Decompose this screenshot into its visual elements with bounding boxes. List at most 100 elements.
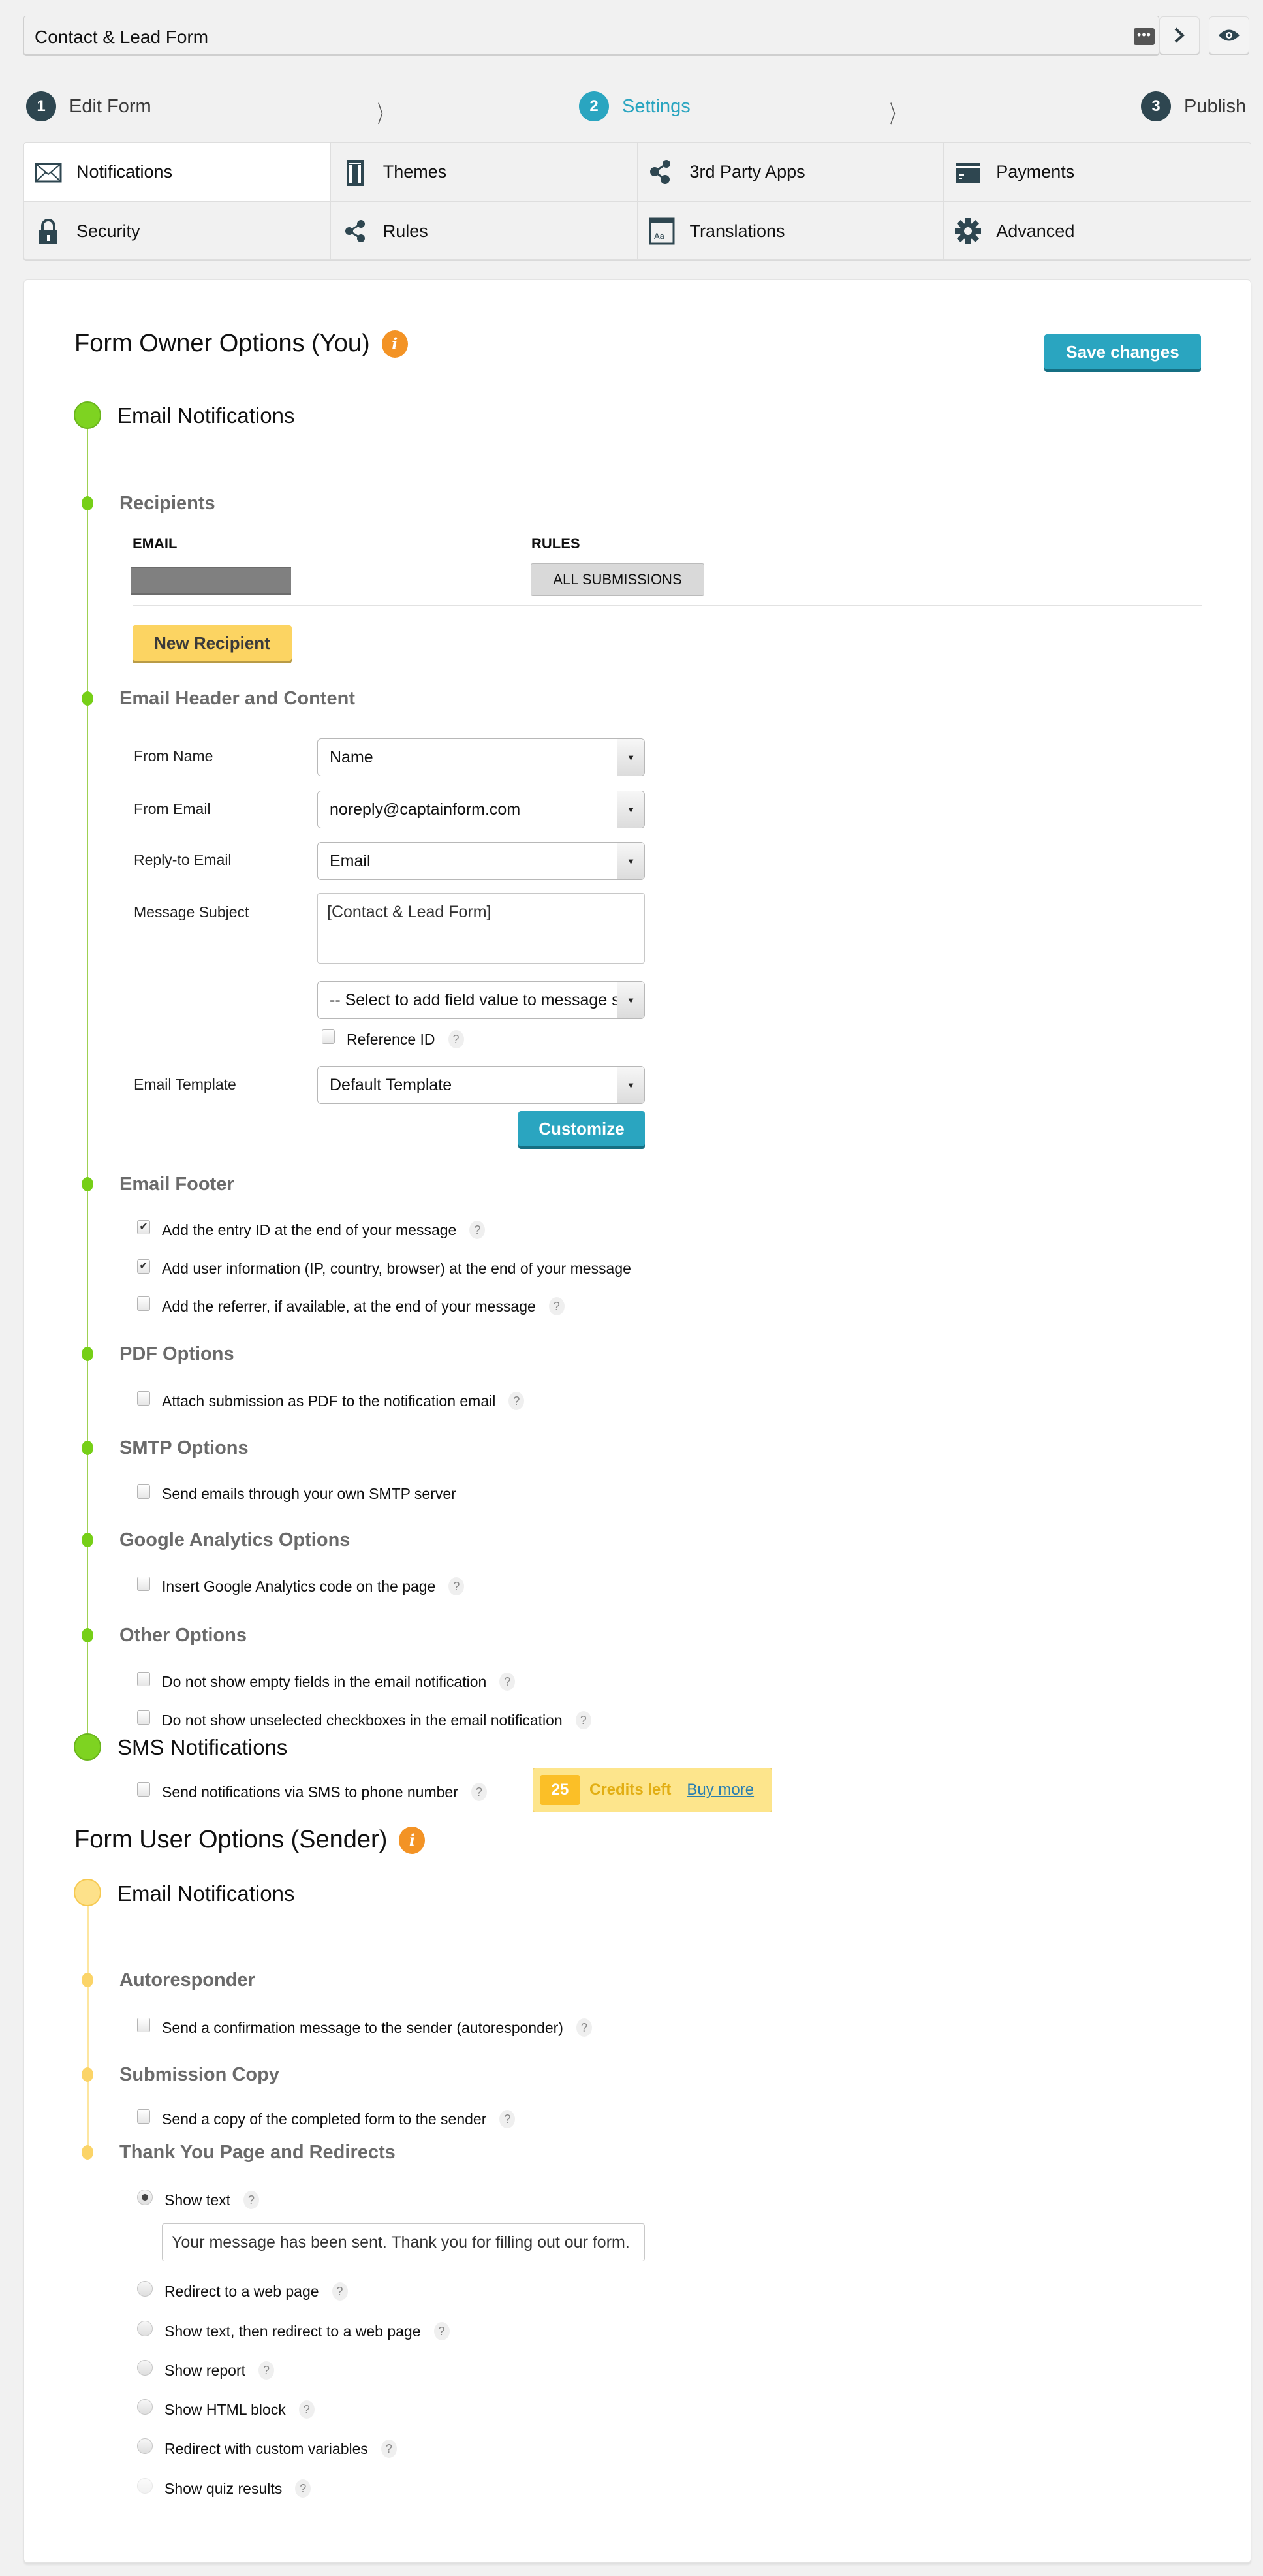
option-label: Show report (164, 2361, 246, 2379)
from-email-select[interactable]: noreply@captainform.com ▼ (317, 791, 645, 828)
help-icon[interactable]: ? (433, 2322, 450, 2340)
redirect-radio[interactable] (137, 2281, 153, 2297)
timeline-node (82, 1533, 93, 1547)
pdf-option[interactable]: Attach submission as PDF to the notifica… (137, 1391, 525, 1410)
autoresponder-option[interactable]: Send a confirmation message to the sende… (137, 2018, 592, 2037)
help-icon[interactable]: ? (508, 1392, 525, 1410)
option-label: Redirect to a web page (164, 2282, 319, 2300)
submission-copy-heading: Submission Copy (119, 2064, 279, 2085)
tab-payments[interactable]: Payments (944, 143, 1251, 202)
sms-checkbox[interactable] (137, 1782, 150, 1797)
preview-button[interactable] (1209, 16, 1249, 54)
help-icon[interactable]: ? (469, 1221, 486, 1239)
thankyou-option-custom-variables[interactable]: Redirect with custom variables ? (137, 2438, 397, 2458)
reference-id-checkbox[interactable] (322, 1029, 335, 1044)
entry-id-checkbox[interactable]: ✔ (137, 1220, 150, 1234)
chevron-right-icon: 〉 (890, 101, 903, 127)
ellipsis-icon[interactable]: ••• (1134, 28, 1155, 45)
tab-rules[interactable]: Rules (331, 202, 638, 259)
dropdown-arrow-icon: ▼ (617, 791, 644, 828)
smtp-option[interactable]: Send emails through your own SMTP server (137, 1484, 456, 1503)
help-icon[interactable]: ? (575, 1711, 591, 1729)
show-report-radio[interactable] (137, 2360, 153, 2376)
submission-copy-checkbox[interactable] (137, 2109, 150, 2124)
autoresponder-checkbox[interactable] (137, 2018, 150, 2032)
thankyou-option-show-text[interactable]: Show text ? (137, 2190, 259, 2209)
tab-notifications[interactable]: Notifications (24, 143, 331, 202)
show-text-radio[interactable] (137, 2190, 153, 2205)
help-icon[interactable]: ? (548, 1297, 565, 1315)
tab-themes[interactable]: Themes (330, 143, 638, 202)
recipient-rule-badge[interactable]: ALL SUBMISSIONS (531, 563, 704, 596)
quiz-results-radio[interactable] (137, 2478, 153, 2494)
html-block-radio[interactable] (137, 2399, 153, 2415)
help-icon[interactable]: ? (332, 2282, 348, 2301)
field-value-select[interactable]: -- Select to add field value to message … (317, 981, 645, 1019)
help-icon[interactable]: ? (298, 2400, 315, 2419)
new-recipient-button[interactable]: New Recipient (133, 625, 292, 661)
ga-checkbox[interactable] (137, 1577, 150, 1591)
email-template-select[interactable]: Default Template ▼ (317, 1066, 645, 1104)
thankyou-option-redirect[interactable]: Redirect to a web page ? (137, 2281, 348, 2301)
help-icon[interactable]: ? (499, 2110, 516, 2128)
buy-more-link[interactable]: Buy more (687, 1781, 754, 1799)
submission-copy-option[interactable]: Send a copy of the completed form to the… (137, 2109, 516, 2128)
empty-fields-checkbox[interactable] (137, 1672, 150, 1686)
step-label: Publish (1184, 95, 1247, 117)
help-icon[interactable]: ? (258, 2361, 275, 2380)
thankyou-option-html-block[interactable]: Show HTML block ? (137, 2399, 315, 2419)
form-title-field[interactable]: Contact & Lead Form ••• (23, 16, 1159, 55)
wizard-step-edit-form[interactable]: 1 Edit Form (26, 91, 151, 121)
option-label: Do not show unselected checkboxes in the… (162, 1711, 563, 1729)
customize-button[interactable]: Customize (518, 1111, 645, 1146)
thankyou-option-show-report[interactable]: Show report ? (137, 2360, 275, 2380)
from-name-select[interactable]: Name ▼ (317, 738, 645, 776)
save-changes-button[interactable]: Save changes (1044, 334, 1201, 369)
help-icon[interactable]: ? (576, 2018, 592, 2037)
thankyou-option-quiz-results[interactable]: Show quiz results ? (137, 2478, 311, 2498)
thankyou-option-text-then-redirect[interactable]: Show text, then redirect to a web page ? (137, 2321, 450, 2340)
tab-security[interactable]: Security (24, 202, 331, 259)
reply-to-select[interactable]: Email ▼ (317, 842, 645, 880)
user-info-checkbox[interactable]: ✔ (137, 1259, 150, 1274)
select-value: Email (330, 851, 371, 870)
help-icon[interactable]: ? (295, 2479, 311, 2498)
tab-translations[interactable]: Aa Translations (638, 202, 944, 259)
help-icon[interactable]: ? (243, 2191, 259, 2209)
reference-id-option[interactable]: Reference ID ? (322, 1029, 464, 1048)
wizard-step-settings[interactable]: 2 Settings (579, 91, 691, 121)
other-option-unselected-checkboxes[interactable]: Do not show unselected checkboxes in the… (137, 1710, 591, 1729)
help-icon[interactable]: ? (499, 1673, 516, 1691)
pdf-checkbox[interactable] (137, 1391, 150, 1406)
custom-variables-radio[interactable] (137, 2438, 153, 2454)
timeline-node (82, 1177, 93, 1191)
other-option-empty-fields[interactable]: Do not show empty fields in the email no… (137, 1672, 516, 1691)
recipient-email-masked[interactable] (131, 567, 291, 595)
ga-option[interactable]: Insert Google Analytics code on the page… (137, 1577, 465, 1595)
smtp-checkbox[interactable] (137, 1484, 150, 1499)
footer-option-referrer[interactable]: Add the referrer, if available, at the e… (137, 1296, 565, 1315)
next-button[interactable] (1159, 16, 1200, 54)
tab-label: Themes (382, 162, 447, 181)
lock-icon (39, 219, 57, 244)
info-icon[interactable]: i (399, 1826, 426, 1854)
message-subject-textarea[interactable]: [Contact & Lead Form] (317, 893, 645, 964)
info-icon[interactable]: i (381, 330, 408, 358)
help-icon[interactable]: ? (448, 1030, 464, 1048)
owner-options-heading: Form Owner Options (You) i (74, 330, 408, 358)
help-icon[interactable]: ? (471, 1783, 487, 1801)
wizard-step-publish[interactable]: 3 Publish (1141, 91, 1246, 121)
owner-email-notifications-heading: Email Notifications (117, 403, 295, 428)
sms-option[interactable]: Send notifications via SMS to phone numb… (137, 1782, 487, 1801)
tab-advanced[interactable]: Advanced (944, 202, 1251, 259)
footer-option-user-info[interactable]: ✔ Add user information (IP, country, bro… (137, 1259, 631, 1278)
text-then-redirect-radio[interactable] (137, 2321, 153, 2336)
help-icon[interactable]: ? (448, 1577, 465, 1595)
referrer-checkbox[interactable] (137, 1296, 150, 1311)
credits-label: Credits left (589, 1781, 672, 1798)
help-icon[interactable]: ? (381, 2440, 397, 2458)
thankyou-message-input[interactable]: Your message has been sent. Thank you fo… (162, 2223, 645, 2261)
tab-3rd-party-apps[interactable]: 3rd Party Apps (637, 143, 944, 202)
unselected-checkboxes-checkbox[interactable] (137, 1710, 150, 1725)
footer-option-entry-id[interactable]: ✔ Add the entry ID at the end of your me… (137, 1220, 486, 1239)
